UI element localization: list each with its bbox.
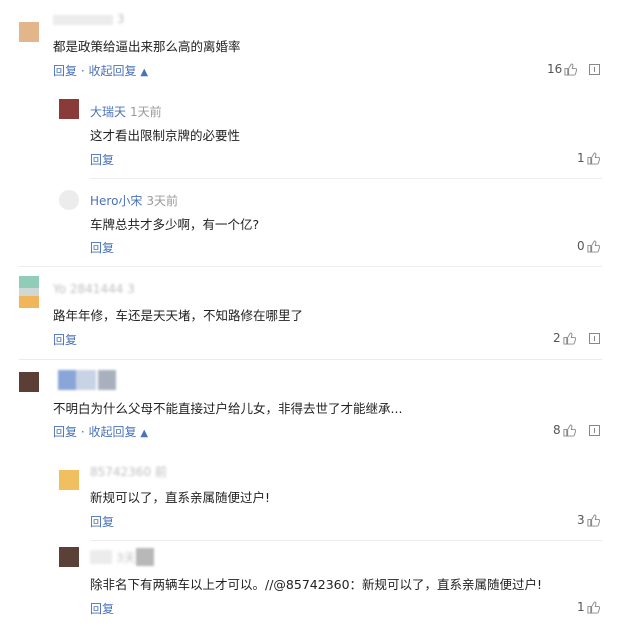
thumbs-up-icon xyxy=(587,513,600,527)
divider xyxy=(19,359,602,360)
avatar[interactable] xyxy=(59,547,79,567)
like-button[interactable]: 16 xyxy=(547,62,578,76)
username[interactable] xyxy=(58,370,118,390)
chevron-up-icon[interactable]: ▲ xyxy=(140,67,148,78)
divider xyxy=(90,178,602,179)
divider xyxy=(90,540,602,541)
reply-button[interactable]: 回复 xyxy=(53,333,77,347)
comment-actions: 回复 xyxy=(90,151,114,168)
comment-time: 1天前 xyxy=(130,105,162,119)
like-count: 3 xyxy=(577,513,585,527)
comment-text: 路年年修，车还是天天堵，不知路修在哪里了 xyxy=(53,308,304,323)
reply-button[interactable]: 回复 xyxy=(90,602,114,616)
thumbs-up-icon xyxy=(587,600,600,614)
avatar[interactable] xyxy=(59,470,79,490)
comment-actions: 回复 xyxy=(90,239,114,256)
username-text[interactable]: Hero小宋 xyxy=(90,194,142,208)
like-button[interactable]: 0 xyxy=(577,239,600,253)
reply-button[interactable]: 回复 xyxy=(53,425,77,439)
divider xyxy=(19,266,602,267)
like-button[interactable]: 8 xyxy=(553,423,576,437)
username[interactable]: 大瑞天 1天前 xyxy=(90,103,162,120)
like-count: 2 xyxy=(553,331,561,345)
comment-time: 前 xyxy=(154,465,167,479)
chevron-up-icon[interactable]: ▲ xyxy=(140,428,148,439)
like-count: 0 xyxy=(577,239,585,253)
collapse-replies-button[interactable]: 收起回复 xyxy=(89,425,137,439)
username[interactable]: Yo 2841444 3 xyxy=(53,282,135,296)
like-button[interactable]: 1 xyxy=(577,600,600,614)
username[interactable]: 85742360 前 xyxy=(90,463,167,480)
comment-time: 3 xyxy=(116,12,125,26)
username-text[interactable]: 大瑞天 xyxy=(90,105,126,119)
thumbs-up-icon xyxy=(563,331,576,345)
avatar[interactable] xyxy=(59,190,79,210)
report-icon[interactable] xyxy=(589,333,600,344)
like-button[interactable]: 2 xyxy=(553,331,576,345)
comment-text: 这才看出限制京牌的必要性 xyxy=(90,128,241,143)
comment-text: 都是政策给逼出来那么高的离婚率 xyxy=(53,39,241,54)
like-count: 16 xyxy=(547,62,563,76)
avatar[interactable] xyxy=(59,99,79,119)
thumbs-up-icon xyxy=(564,62,578,76)
comment-text: 除非名下有两辆车以上才可以。//@85742360：新规可以了，直系亲属随便过户… xyxy=(90,577,543,592)
report-icon[interactable] xyxy=(589,425,600,436)
like-count: 1 xyxy=(577,151,585,165)
reply-button[interactable]: 回复 xyxy=(90,153,114,167)
like-button[interactable]: 3 xyxy=(577,513,600,527)
avatar[interactable] xyxy=(19,372,39,392)
like-count: 8 xyxy=(553,423,561,437)
comment-actions: 回复 · 收起回复 ▲ xyxy=(53,423,148,440)
username-text[interactable]: 85742360 xyxy=(90,465,151,479)
like-button[interactable]: 1 xyxy=(577,151,600,165)
comment-actions: 回复 · 收起回复 ▲ xyxy=(53,62,148,79)
comment-actions: 回复 xyxy=(90,600,114,617)
comment-time: 2841444 3 xyxy=(69,282,135,296)
separator: · xyxy=(80,64,85,78)
comment-text: 新规可以了，直系亲属随便过户! xyxy=(90,490,271,505)
username[interactable]: 3 xyxy=(53,12,124,26)
reply-button[interactable]: 回复 xyxy=(53,64,77,78)
thumbs-up-icon xyxy=(587,239,600,253)
avatar[interactable] xyxy=(19,22,39,42)
thumbs-up-icon xyxy=(563,423,576,437)
like-count: 1 xyxy=(577,600,585,614)
avatar[interactable] xyxy=(19,276,39,308)
comment-time: 3天 xyxy=(116,551,136,565)
thumbs-up-icon xyxy=(587,151,600,165)
comment-text: 不明白为什么父母不能直接过户给儿女，非得去世了才能继承... xyxy=(53,401,403,416)
report-icon[interactable] xyxy=(589,64,600,75)
username[interactable]: Hero小宋 3天前 xyxy=(90,192,178,209)
reply-button[interactable]: 回复 xyxy=(90,515,114,529)
collapse-replies-button[interactable]: 收起回复 xyxy=(89,64,137,78)
separator: · xyxy=(80,425,85,439)
username[interactable]: 3天 xyxy=(90,548,160,566)
reply-button[interactable]: 回复 xyxy=(90,241,114,255)
comment-actions: 回复 xyxy=(53,331,77,348)
comment-time: 3天前 xyxy=(146,194,179,208)
comment-actions: 回复 xyxy=(90,513,114,530)
username-text[interactable]: Yo xyxy=(53,282,66,296)
comment-text: 车牌总共才多少啊，有一个亿? xyxy=(90,217,260,232)
